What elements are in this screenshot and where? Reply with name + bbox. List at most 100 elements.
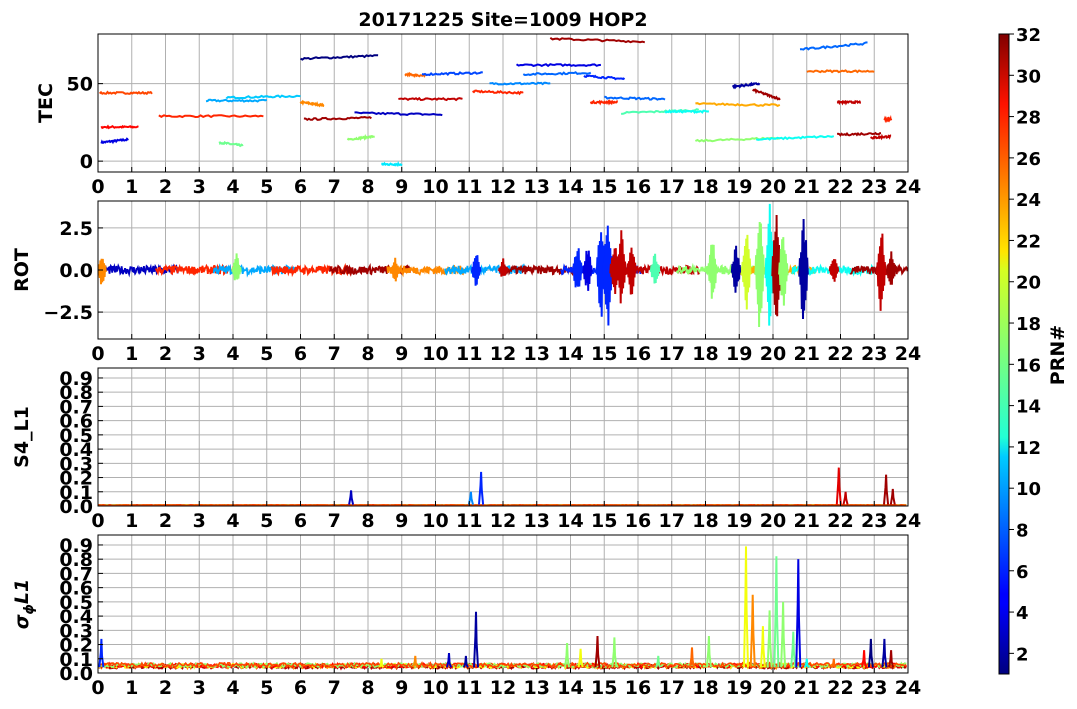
rot-burst-prn30 <box>875 233 887 311</box>
x-tick-label: 9 <box>395 176 408 198</box>
colorbar-tick-label: 2 <box>1016 644 1029 665</box>
rot-burst-prn17 <box>231 253 242 281</box>
spike-prn4 <box>795 559 802 668</box>
colorbar-tick-label: 24 <box>1016 190 1041 211</box>
x-tick-label: 20 <box>760 677 786 699</box>
x-tick-label: 3 <box>193 176 206 198</box>
x-tick-label: 3 <box>193 510 206 532</box>
rot-burst-prn30 <box>616 230 627 304</box>
grid <box>97 368 909 507</box>
tec-series-prn9 <box>489 81 551 86</box>
y-tick-label: 0.0 <box>59 260 93 282</box>
x-tick-label: 2 <box>159 510 172 532</box>
rot-burst-prn24 <box>390 257 401 282</box>
tec-series-prn13 <box>755 134 835 141</box>
x-tick-label: 10 <box>422 510 448 532</box>
x-tick-label: 7 <box>328 176 341 198</box>
data-layer <box>98 203 908 328</box>
x-tick-label: 11 <box>456 677 482 699</box>
x-tick-label: 7 <box>328 510 341 532</box>
x-tick-label: 16 <box>625 510 651 532</box>
tec-series-prn30 <box>398 96 463 102</box>
tec-series-prn28 <box>100 124 139 130</box>
x-tick-label: 19 <box>726 176 752 198</box>
rot-burst-prn4 <box>582 250 593 291</box>
colorbar-tick-label: 12 <box>1016 438 1041 459</box>
colorbar-tick-label: 26 <box>1016 149 1041 170</box>
x-tick-label: 7 <box>328 343 341 365</box>
rot-burst-prn24 <box>98 258 107 285</box>
tec-series-prn24 <box>299 99 325 108</box>
x-tick-label: 2 <box>159 176 172 198</box>
x-tick-label: 12 <box>490 677 516 699</box>
x-tick-label: 20 <box>760 510 786 532</box>
x-tick-label: 16 <box>625 677 651 699</box>
x-tick-label: 5 <box>260 510 273 532</box>
colorbar: 2468101214161820222426283032 PRN# <box>998 25 1069 675</box>
x-tick-label: 19 <box>726 677 752 699</box>
x-tick-label: 19 <box>726 510 752 532</box>
x-tick-label: 11 <box>456 176 482 198</box>
tec-series-prn7 <box>421 71 483 77</box>
rot-burst-prn30 <box>498 258 509 277</box>
tec-series-prn27 <box>589 99 619 106</box>
y-axis-label: σϕL1 <box>11 579 37 630</box>
spike-prn20 <box>378 658 385 669</box>
x-tick-label: 13 <box>524 677 550 699</box>
x-tick-label: 7 <box>328 677 341 699</box>
tec-series-prn8 <box>799 41 868 51</box>
x-tick-label: 20 <box>760 343 786 365</box>
x-tick-label: 17 <box>659 176 685 198</box>
rot-burst-prn30 <box>626 247 637 295</box>
y-tick-label: 50 <box>67 74 93 96</box>
x-tick-label: 13 <box>524 343 550 365</box>
tec-series-prn12 <box>381 160 403 168</box>
rot-burst-prn19 <box>740 234 752 310</box>
rot-burst-prn17 <box>778 237 789 306</box>
tec-series-prn26 <box>98 90 153 96</box>
x-tick-label: 5 <box>260 343 273 365</box>
x-tick-label: 11 <box>456 343 482 365</box>
x-tick-label: 23 <box>861 677 887 699</box>
data-layer <box>98 36 893 168</box>
colorbar-tick-label: 32 <box>1016 25 1041 46</box>
y-tick-label: 0.9 <box>59 535 93 557</box>
y-tick-label: −2.5 <box>43 302 93 324</box>
tec-series-prn25 <box>806 69 875 74</box>
x-tick-label: 15 <box>591 343 617 365</box>
colorbar-tick-label: 8 <box>1016 520 1029 541</box>
x-tick-label: 6 <box>294 343 307 365</box>
x-tick-label: 5 <box>260 176 273 198</box>
colorbar-tick-label: 16 <box>1016 355 1041 376</box>
colorbar-tick-label: 10 <box>1016 479 1041 500</box>
tec-series-prn8 <box>604 95 666 101</box>
spike-prn20 <box>759 626 766 668</box>
x-tick-label: 0 <box>91 677 104 699</box>
x-tick-label: 8 <box>361 510 374 532</box>
x-tick-label: 24 <box>895 343 921 365</box>
colorbar-tick-label: 18 <box>1016 314 1041 335</box>
y-tick-label: 2.5 <box>59 218 93 240</box>
spike-prn31 <box>883 474 890 505</box>
tec-series-prn1 <box>300 54 379 61</box>
x-tick-label: 17 <box>659 677 685 699</box>
x-tick-label: 14 <box>557 343 583 365</box>
x-tick-label: 1 <box>125 176 138 198</box>
y-tick-label: 0.9 <box>59 368 93 390</box>
y-axis-label: TEC <box>35 83 57 123</box>
tec-series-prn4 <box>515 63 601 68</box>
x-tick-label: 5 <box>260 677 273 699</box>
colorbar-tick-label: 22 <box>1016 231 1041 252</box>
rot-burst-prn31 <box>886 251 897 285</box>
x-tick-label: 9 <box>395 510 408 532</box>
spike-prn3 <box>348 490 355 505</box>
tec-series-prn30 <box>836 99 862 106</box>
x-tick-label: 12 <box>490 176 516 198</box>
x-tick-label: 4 <box>226 343 239 365</box>
x-tick-label: 18 <box>692 677 718 699</box>
x-tick-label: 6 <box>294 510 307 532</box>
rot-burst-prn30 <box>828 259 840 282</box>
data-layer <box>98 467 907 506</box>
x-tick-label: 13 <box>524 510 550 532</box>
x-tick-label: 10 <box>422 176 448 198</box>
